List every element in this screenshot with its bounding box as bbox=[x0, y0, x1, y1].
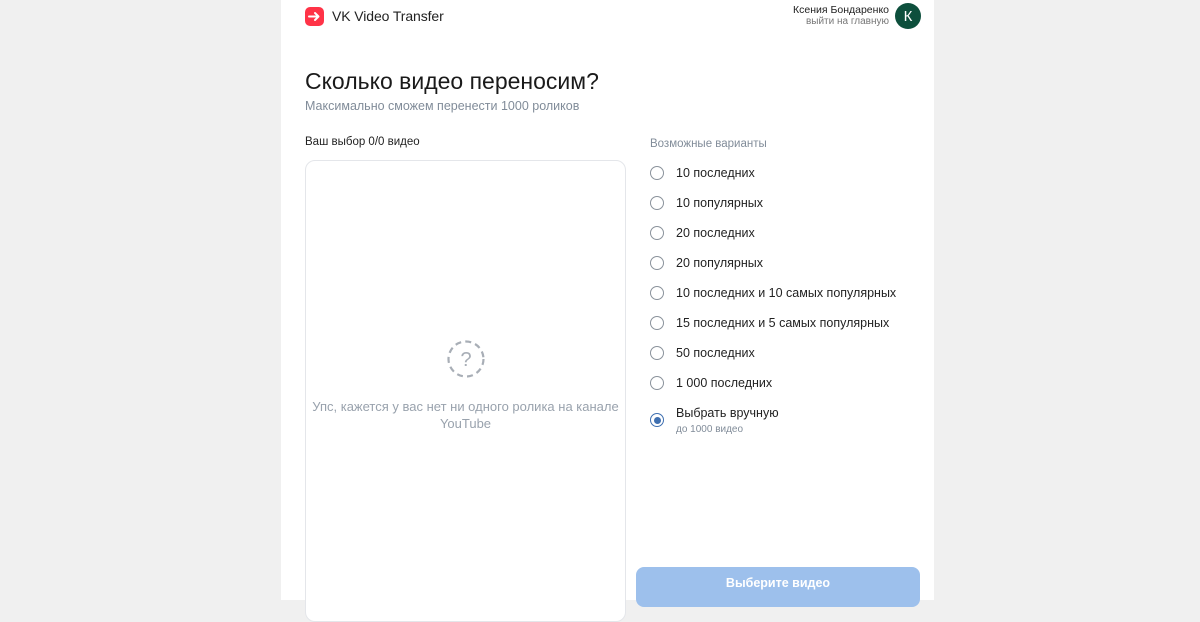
selected-videos-panel: ? Упс, кажется у вас нет ни одного ролик… bbox=[305, 160, 626, 622]
logout-link[interactable]: выйти на главную bbox=[793, 16, 889, 28]
option-10-latest[interactable]: 10 последних bbox=[650, 164, 896, 194]
empty-state: ? Упс, кажется у вас нет ни одного ролик… bbox=[306, 339, 625, 432]
option-manual-select[interactable]: Выбрать вручную до 1000 видео bbox=[650, 404, 896, 435]
radio-button[interactable] bbox=[650, 316, 664, 330]
page-title: Сколько видео переносим? bbox=[305, 68, 599, 94]
option-20-latest[interactable]: 20 последних bbox=[650, 224, 896, 254]
option-label: 20 популярных bbox=[676, 256, 763, 270]
option-label: 10 популярных bbox=[676, 196, 763, 210]
option-20-popular[interactable]: 20 популярных bbox=[650, 254, 896, 284]
vk-video-logo-icon bbox=[305, 6, 324, 26]
app-name: VK Video Transfer bbox=[332, 8, 444, 24]
user-info: Ксения Бондаренко выйти на главную bbox=[793, 4, 889, 28]
radio-button-checked[interactable] bbox=[650, 413, 664, 427]
selection-counter: Ваш выбор 0/0 видео bbox=[305, 136, 420, 148]
radio-button[interactable] bbox=[650, 226, 664, 240]
option-label: 50 последних bbox=[676, 346, 755, 360]
empty-state-message: Упс, кажется у вас нет ни одного ролика … bbox=[312, 399, 619, 431]
option-50-latest[interactable]: 50 последних bbox=[650, 344, 896, 374]
option-10-latest-10-popular[interactable]: 10 последних и 10 самых популярных bbox=[650, 284, 896, 314]
user-menu: Ксения Бондаренко выйти на главную К bbox=[793, 3, 921, 29]
option-label: 20 последних bbox=[676, 226, 755, 240]
option-10-popular[interactable]: 10 популярных bbox=[650, 194, 896, 224]
radio-button[interactable] bbox=[650, 376, 664, 390]
radio-button[interactable] bbox=[650, 196, 664, 210]
option-label: 1 000 последних bbox=[676, 376, 773, 390]
option-label: 10 последних и 10 самых популярных bbox=[676, 286, 897, 300]
option-label: 15 последних и 5 самых популярных bbox=[676, 316, 890, 330]
option-label: Выбрать вручную bbox=[676, 406, 779, 420]
svg-text:?: ? bbox=[460, 349, 471, 371]
select-videos-button[interactable]: Выберите видео bbox=[636, 567, 920, 607]
radio-button[interactable] bbox=[650, 256, 664, 270]
radio-button[interactable] bbox=[650, 166, 664, 180]
options-title: Возможные варианты bbox=[650, 138, 767, 150]
option-label: 10 последних bbox=[676, 166, 755, 180]
avatar[interactable]: К bbox=[895, 3, 921, 29]
option-15-latest-5-popular[interactable]: 15 последних и 5 самых популярных bbox=[650, 314, 896, 344]
options-radio-group: 10 последних 10 популярных 20 последних … bbox=[650, 164, 896, 435]
user-name: Ксения Бондаренко bbox=[793, 4, 889, 16]
question-circle-dashed-icon: ? bbox=[446, 340, 485, 378]
radio-button[interactable] bbox=[650, 286, 664, 300]
page-subtitle: Максимально сможем перенести 1000 ролико… bbox=[305, 99, 580, 113]
app-logo[interactable]: VK Video Transfer bbox=[305, 6, 444, 26]
page-container: VK Video Transfer Ксения Бондаренко выйт… bbox=[281, 0, 934, 622]
option-1000-latest[interactable]: 1 000 последних bbox=[650, 374, 896, 404]
radio-button[interactable] bbox=[650, 346, 664, 360]
option-hint: до 1000 видео bbox=[676, 424, 744, 435]
